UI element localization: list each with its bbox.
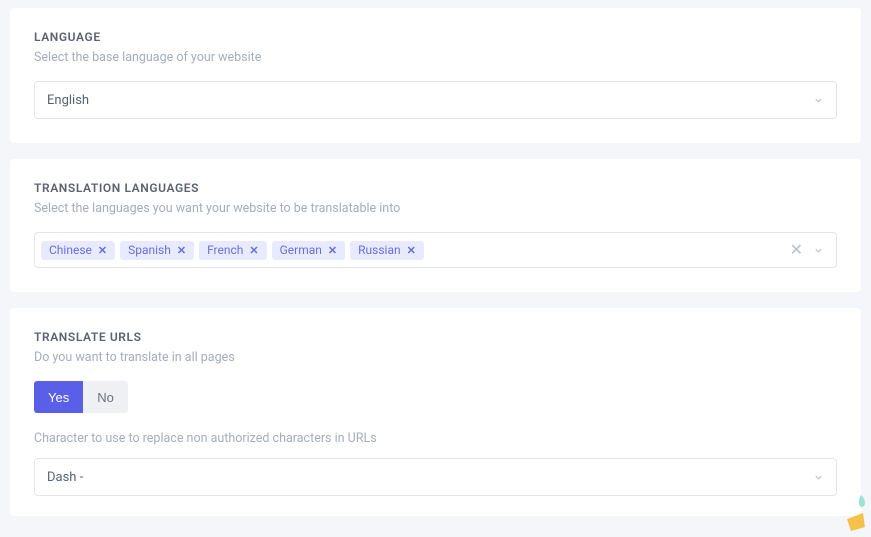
translate-urls-card: TRANSLATE URLS Do you want to translate … (10, 308, 861, 516)
translation-tags: Chinese ✕ Spanish ✕ French ✕ German ✕ Ru… (41, 241, 790, 260)
language-title: LANGUAGE (34, 30, 837, 44)
translate-urls-desc: Do you want to translate in all pages (34, 350, 837, 365)
tag-french[interactable]: French ✕ (199, 241, 267, 260)
chevron-down-icon[interactable] (813, 245, 824, 256)
tag-label: German (280, 244, 322, 256)
toggle-yes[interactable]: Yes (34, 381, 83, 413)
translate-urls-toggle: Yes No (34, 381, 128, 413)
remove-tag-icon[interactable]: ✕ (249, 244, 258, 257)
chevron-down-icon (813, 95, 824, 106)
tag-label: Russian (358, 244, 400, 256)
tag-german[interactable]: German ✕ (272, 241, 346, 260)
chevron-down-icon (813, 472, 824, 483)
remove-tag-icon[interactable]: ✕ (407, 244, 416, 257)
remove-tag-icon[interactable]: ✕ (98, 244, 107, 257)
remove-tag-icon[interactable]: ✕ (328, 244, 337, 257)
base-language-value: English (47, 93, 813, 108)
language-card: LANGUAGE Select the base language of you… (10, 8, 861, 143)
url-char-desc: Character to use to replace non authoriz… (34, 431, 837, 446)
translation-desc: Select the languages you want your websi… (34, 201, 837, 216)
url-char-value: Dash - (47, 470, 813, 485)
translation-card: TRANSLATION LANGUAGES Select the languag… (10, 159, 861, 292)
tag-spanish[interactable]: Spanish ✕ (120, 241, 194, 260)
language-desc: Select the base language of your website (34, 50, 837, 65)
tag-label: French (207, 244, 243, 256)
tag-label: Chinese (49, 244, 92, 256)
translate-urls-title: TRANSLATE URLS (34, 330, 837, 344)
toggle-no[interactable]: No (83, 381, 128, 413)
clear-all-icon[interactable]: ✕ (790, 242, 803, 258)
translation-multiselect[interactable]: Chinese ✕ Spanish ✕ French ✕ German ✕ Ru… (34, 232, 837, 268)
translation-title: TRANSLATION LANGUAGES (34, 181, 837, 195)
tag-chinese[interactable]: Chinese ✕ (41, 241, 115, 260)
multiselect-controls: ✕ (790, 242, 830, 258)
tag-label: Spanish (128, 244, 171, 256)
url-char-select[interactable]: Dash - (34, 458, 837, 496)
remove-tag-icon[interactable]: ✕ (177, 244, 186, 257)
base-language-select[interactable]: English (34, 81, 837, 119)
tag-russian[interactable]: Russian ✕ (350, 241, 424, 260)
